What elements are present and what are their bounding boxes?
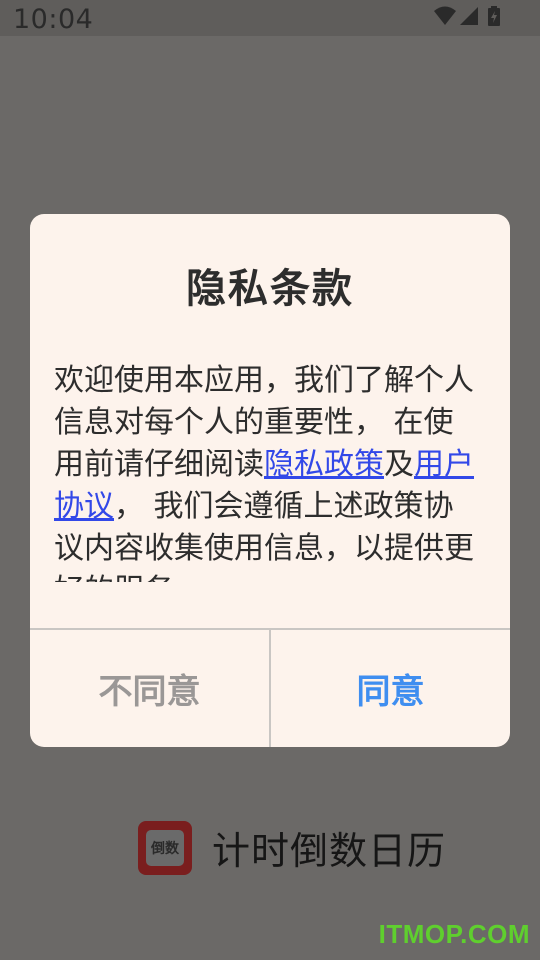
status-time: 10:04 <box>13 4 94 35</box>
dialog-body: 欢迎使用本应用，我们了解个人信息对每个人的重要性， 在使用前请仔细阅读隐私政策及… <box>54 360 474 582</box>
dialog-title: 隐私条款 <box>186 266 354 312</box>
countdown-calendar-logo-icon: 倒数 <box>138 820 192 875</box>
status-bar: 10:04 <box>0 0 540 36</box>
agree-button[interactable]: 同意 <box>271 630 510 747</box>
conjunction-text: 及 <box>384 447 414 482</box>
screen: 10:04 倒数 计时倒数日历 ITMOP.COM 隐私条款 欢迎使用本应用，我… <box>0 0 540 960</box>
watermark: ITMOP.COM <box>378 919 530 949</box>
wifi-icon <box>434 6 456 25</box>
disagree-button[interactable]: 不同意 <box>30 630 269 747</box>
privacy-policy-link[interactable]: 隐私政策 <box>264 447 384 482</box>
privacy-dialog: 隐私条款 欢迎使用本应用，我们了解个人信息对每个人的重要性， 在使用前请仔细阅读… <box>30 214 510 747</box>
battery-icon <box>488 6 500 26</box>
status-icons <box>434 6 500 26</box>
app-brand: 倒数 计时倒数日历 <box>138 820 446 875</box>
body-rest-text: ， 我们会遵循上述政策协议内容收集使用信息，以提供更好的服务。 <box>54 489 474 582</box>
cell-signal-icon <box>460 7 478 25</box>
app-logo-text: 倒数 <box>146 829 184 866</box>
app-name: 计时倒数日历 <box>212 829 447 873</box>
